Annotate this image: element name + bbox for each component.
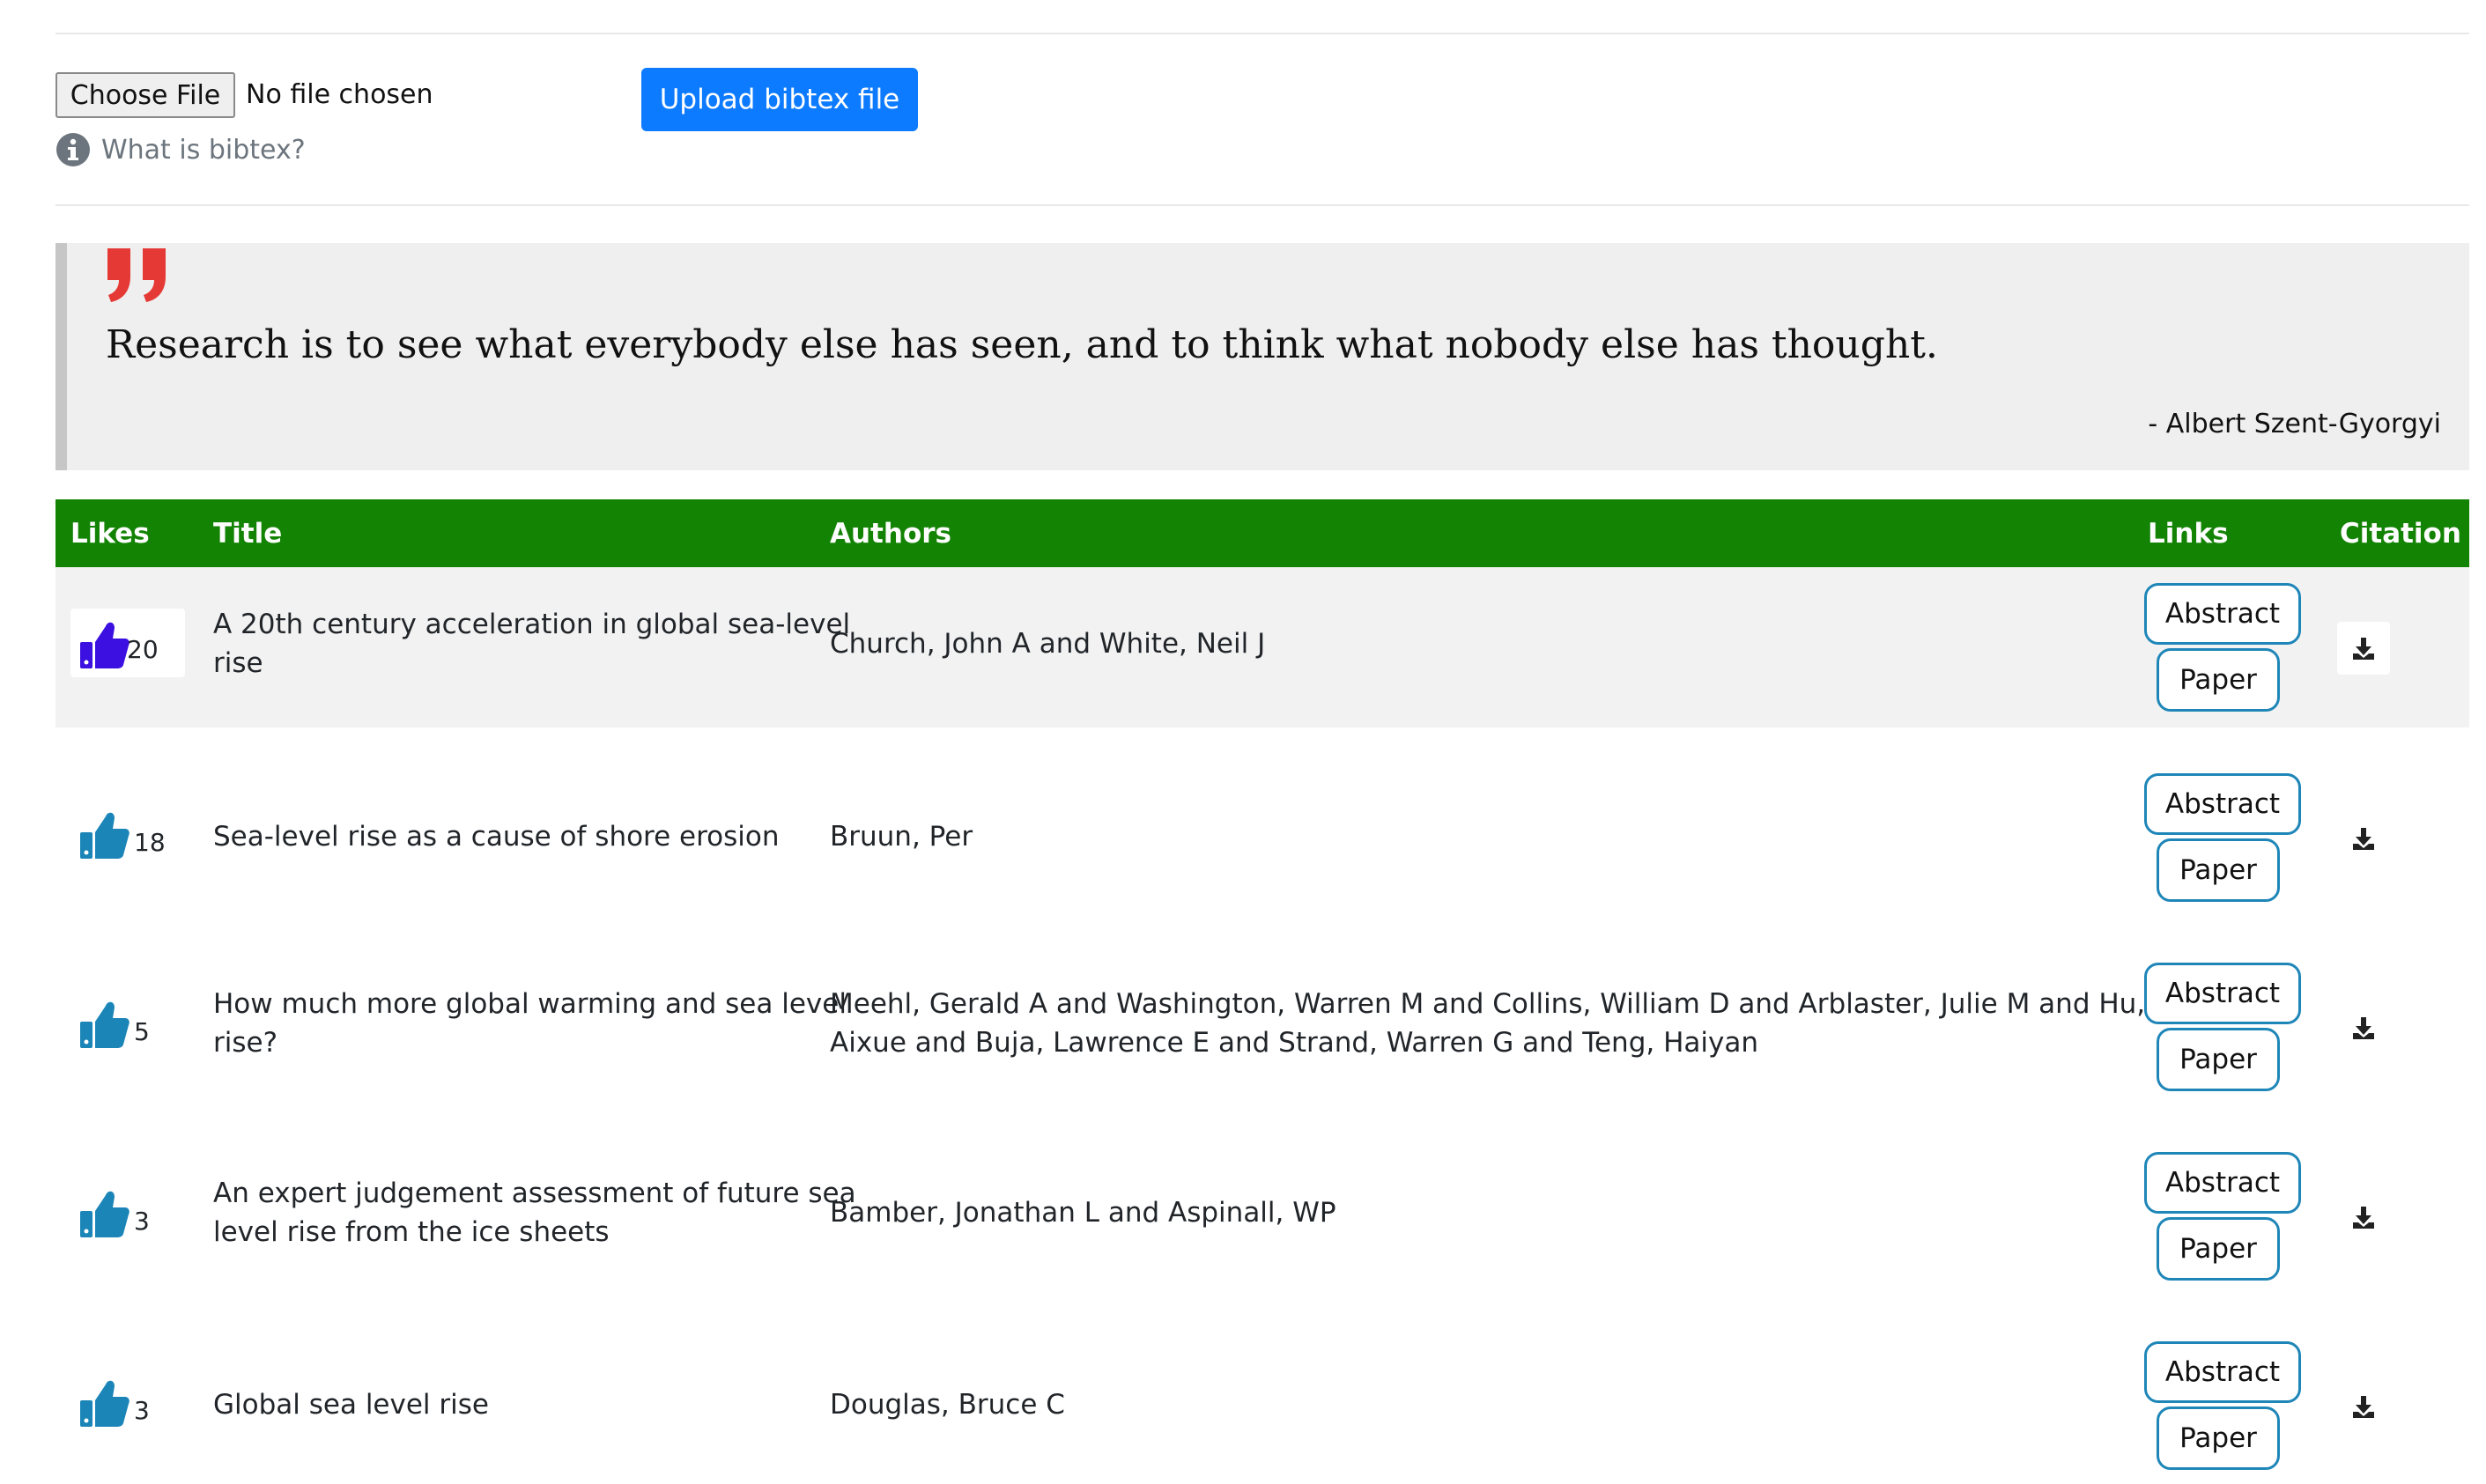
quote-author: - Albert Szent-Gyorgyi [2148, 409, 2441, 439]
paper-authors: Church, John A and White, Neil J [830, 628, 1266, 660]
download-citation-button[interactable] [2337, 622, 2390, 675]
download-citation-button[interactable] [2337, 812, 2390, 865]
download-icon [2353, 1396, 2374, 1418]
like-count: 20 [127, 634, 159, 664]
quote-text: Research is to see what everybody else h… [106, 322, 1938, 367]
paper-title: Global sea level rise [213, 1389, 489, 1421]
paper-authors: Meehl, Gerald A and Washington, Warren M… [830, 988, 2146, 1059]
abstract-button[interactable]: Abstract [2144, 773, 2301, 835]
paper-title: Sea-level rise as a cause of shore erosi… [213, 821, 780, 853]
download-citation-button[interactable] [2337, 1001, 2390, 1054]
paper-title: How much more global warming and sea lev… [213, 988, 847, 1059]
thumbs-up-icon [80, 1191, 129, 1237]
top-divider [55, 33, 2469, 34]
what-is-bibtex-link[interactable]: What is bibtex? [101, 133, 306, 168]
like-button[interactable]: 5 [70, 988, 185, 1057]
table-row: 20 A 20th century acceleration in global… [55, 567, 2469, 727]
file-status-text: No file chosen [246, 79, 433, 110]
paper-authors: Douglas, Bruce C [830, 1389, 1065, 1421]
download-icon [2353, 1207, 2374, 1229]
table-header: Likes Title Authors Links Citation [55, 499, 2469, 567]
paper-title: An expert judgement assessment of future… [213, 1178, 856, 1248]
download-citation-button[interactable] [2337, 1191, 2390, 1244]
thumbs-up-icon [80, 1380, 129, 1427]
thumbs-up-icon [80, 1001, 129, 1048]
thumbs-up-icon [80, 812, 129, 859]
upload-bibtex-button[interactable]: Upload bibtex file [641, 68, 918, 131]
choose-file-button[interactable]: Choose File [55, 72, 235, 118]
like-button[interactable]: 3 [70, 1178, 185, 1246]
header-title[interactable]: Title [213, 517, 282, 550]
abstract-button[interactable]: Abstract [2144, 583, 2301, 645]
thumbs-up-icon [80, 622, 129, 668]
paper-button[interactable]: Paper [2157, 838, 2280, 902]
section-divider [55, 204, 2469, 206]
page: Choose File No file chosen Upload bibtex… [0, 0, 2486, 1483]
paper-button[interactable]: Paper [2157, 1217, 2280, 1281]
paper-authors: Bamber, Jonathan L and Aspinall, WP [830, 1197, 1336, 1229]
table-row: 3 Global sea level rise Douglas, Bruce C… [55, 1325, 2469, 1484]
paper-button[interactable]: Paper [2157, 1406, 2280, 1470]
info-circle-icon [56, 133, 90, 166]
header-authors[interactable]: Authors [830, 517, 951, 550]
quote-block: Research is to see what everybody else h… [55, 243, 2469, 470]
like-button[interactable]: 3 [70, 1367, 185, 1436]
like-count: 5 [134, 1016, 150, 1046]
like-count: 3 [134, 1206, 150, 1236]
abstract-button[interactable]: Abstract [2144, 1341, 2301, 1403]
quote-icon [107, 248, 166, 302]
header-likes[interactable]: Likes [70, 517, 150, 550]
abstract-button[interactable]: Abstract [2144, 1152, 2301, 1214]
download-citation-button[interactable] [2337, 1380, 2390, 1433]
download-icon [2353, 1017, 2374, 1039]
table-row: 3 An expert judgement assessment of futu… [55, 1136, 2469, 1295]
like-button[interactable]: 18 [70, 799, 185, 868]
table-row: 18 Sea-level rise as a cause of shore er… [55, 757, 2469, 916]
paper-button[interactable]: Paper [2157, 648, 2280, 712]
download-icon [2353, 638, 2374, 660]
header-links: Links [2148, 518, 2229, 550]
paper-authors: Bruun, Per [830, 821, 973, 853]
abstract-button[interactable]: Abstract [2144, 963, 2301, 1024]
like-button[interactable]: 20 [70, 609, 185, 677]
table-row: 5 How much more global warming and sea l… [55, 947, 2469, 1105]
like-count: 3 [134, 1395, 150, 1425]
header-citation: Citation [2340, 518, 2461, 550]
like-count: 18 [134, 827, 166, 857]
paper-title: A 20th century acceleration in global se… [213, 609, 851, 679]
download-icon [2353, 828, 2374, 850]
paper-button[interactable]: Paper [2157, 1028, 2280, 1091]
